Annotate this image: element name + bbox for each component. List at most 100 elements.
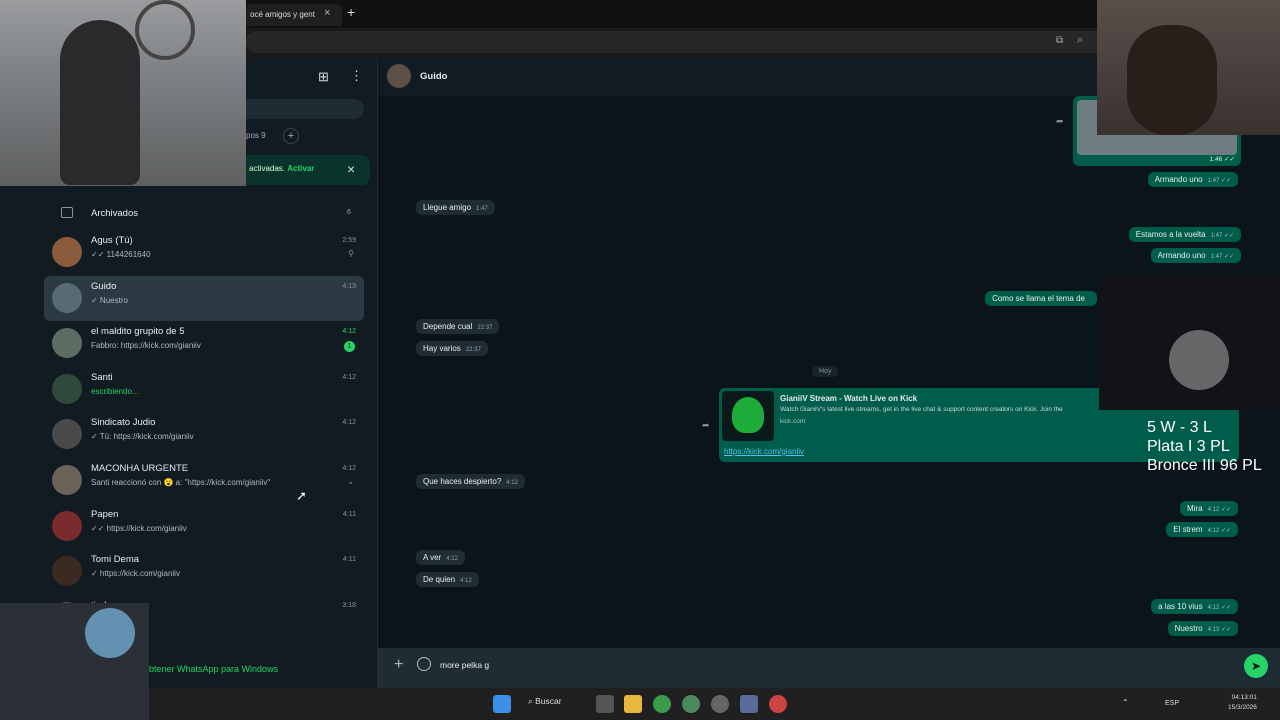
activate-link[interactable]: Activar [287, 164, 314, 173]
incoming-message[interactable]: A ver 4:12 [416, 550, 465, 565]
link-thumbnail[interactable] [722, 391, 774, 441]
webcam-overlay [1099, 275, 1280, 410]
outgoing-message[interactable]: Armando uno 1:47 ✓✓ [1147, 172, 1238, 187]
windows-start-icon[interactable] [493, 695, 511, 713]
link-url[interactable]: https://kick.com/gianiiv [724, 447, 804, 456]
chat-list-item[interactable]: Guido ✓ Nuestro 4:13 [44, 276, 364, 321]
settings-icon[interactable] [711, 695, 729, 713]
outgoing-message[interactable]: Mira 4:12 ✓✓ [1180, 501, 1238, 516]
outgoing-message[interactable]: Armando uno 1:47 ✓✓ [1150, 248, 1241, 263]
avatar[interactable] [52, 511, 82, 541]
avatar[interactable] [52, 374, 82, 404]
chat-list-item[interactable]: Agus (Tú) ✓✓ 1144261640 2:59 ⚲ [44, 230, 364, 275]
chevron-down-icon[interactable]: ⌄ [347, 477, 354, 486]
message-time: 1:47 ✓✓ [1210, 254, 1234, 260]
archived-count: 6 [347, 209, 351, 216]
avatar[interactable] [52, 465, 82, 495]
chat-time: 4:12 [342, 328, 356, 335]
rank-overlay: 5 W - 3 L Plata I 3 PL Bronce III 96 PL [1147, 418, 1262, 475]
task-view-icon[interactable] [596, 695, 614, 713]
chat-list-item[interactable]: Sindicato Judio ✓ Tú: https://kick.com/gi… [44, 412, 364, 457]
chat-name: Agus (Tú) [91, 235, 133, 246]
message-text: Llegue amigo [423, 203, 472, 212]
contact-name[interactable]: Guido [420, 71, 447, 82]
filter-chip-groups[interactable]: pos 9 [246, 131, 266, 140]
chat-list-item[interactable]: Santi escribiendo... 4:12 [44, 367, 364, 412]
attach-icon[interactable]: + [394, 656, 403, 674]
chat-time: 4:12 [342, 419, 356, 426]
chat-last-message: ✓✓ https://kick.com/gianiiv [91, 524, 187, 533]
chat-list-item[interactable]: Tomi Dema ✓ https://kick.com/gianiiv 4:11 [44, 549, 364, 594]
chat-name: MACONHA URGENTE [91, 463, 189, 474]
tray-overflow-icon[interactable]: ⌃ [1122, 698, 1129, 707]
mouse-cursor-icon: ➚ [296, 488, 307, 503]
taskbar-search[interactable]: ⌕ Buscar [528, 696, 562, 707]
message-text: Nuestro [1174, 624, 1203, 633]
tab-close-icon[interactable]: × [324, 7, 330, 19]
avatar[interactable] [52, 328, 82, 358]
message-time: 4:12 [506, 480, 518, 486]
webcam-overlay [1097, 0, 1280, 135]
close-icon[interactable]: × [347, 161, 355, 177]
chat-list-item[interactable]: Papen ✓✓ https://kick.com/gianiiv 4:11 [44, 504, 364, 549]
avatar[interactable] [52, 556, 82, 586]
file-explorer-icon[interactable] [624, 695, 642, 713]
notice-text: activadas. [249, 164, 286, 173]
message-input[interactable]: more pelka g [440, 660, 489, 670]
new-chat-icon[interactable]: ⊞ [318, 69, 329, 85]
get-windows-app-link[interactable]: btener WhatsApp para Windows [149, 664, 278, 674]
incoming-message[interactable]: Hay varios 22:37 [416, 341, 488, 356]
chrome-dev-icon[interactable] [682, 695, 700, 713]
picture-in-picture-icon[interactable]: ⧉ [1056, 35, 1063, 46]
outgoing-message[interactable]: a las 10 vius 4:12 ✓✓ [1151, 599, 1238, 614]
chat-time: 3:18 [342, 602, 356, 609]
menu-icon[interactable]: ⋮ [350, 68, 363, 84]
add-filter-button[interactable]: + [283, 128, 299, 144]
chrome-active-icon[interactable] [769, 695, 787, 713]
chat-last-message: ✓ https://kick.com/gianiiv [91, 569, 180, 578]
message-time: 22:37 [477, 325, 493, 331]
search-input[interactable] [246, 99, 364, 119]
incoming-message[interactable]: Llegue amigo 1:47 [416, 200, 495, 215]
avatar[interactable] [387, 64, 411, 88]
avatar[interactable] [52, 283, 82, 313]
chat-last-message: escribiendo... [91, 387, 139, 396]
chat-list-item[interactable]: el maldito grupito de 5 Fabbro: https://k… [44, 321, 364, 366]
message-text: A ver [423, 553, 442, 562]
chat-last-message: ✓✓ 1144261640 [91, 250, 151, 259]
archived-label[interactable]: Archivados [91, 208, 138, 219]
zoom-icon[interactable]: ⌕ [1077, 34, 1083, 47]
message-text: De quien [423, 575, 456, 584]
person-image [1127, 25, 1217, 135]
message-time: 4:12 [460, 578, 472, 584]
message-time: 1:46 ✓✓ [1209, 156, 1235, 163]
forward-icon[interactable]: ➦ [702, 420, 710, 431]
forward-icon[interactable]: ➦ [1056, 116, 1064, 127]
address-bar[interactable] [246, 31, 1106, 53]
chrome-icon[interactable] [653, 695, 671, 713]
chat-time: 4:13 [342, 283, 356, 290]
new-tab-button[interactable]: + [347, 4, 355, 20]
app-icon[interactable] [740, 695, 758, 713]
chat-list-item[interactable]: MACONHA URGENTE Santi reaccionó con 😮 a: … [44, 458, 364, 503]
avatar[interactable] [52, 419, 82, 449]
chat-last-message: ✓ Nuestro [91, 296, 128, 305]
room-image [85, 608, 135, 658]
clock[interactable]: 04:13:01 15/3/2026 [1228, 693, 1257, 713]
avatar[interactable] [52, 237, 82, 267]
send-icon[interactable]: ➤ [1244, 654, 1268, 678]
outgoing-message[interactable]: Estamos a la vuelta 1:47 ✓✓ [1128, 227, 1241, 242]
incoming-message[interactable]: Que haces despierto? 4:12 [416, 474, 525, 489]
outgoing-message[interactable]: El strem 4:12 ✓✓ [1166, 522, 1238, 537]
pin-icon: ⚲ [348, 249, 354, 258]
archive-icon [61, 207, 73, 218]
outgoing-message[interactable]: Nuestro 4:13 ✓✓ [1167, 621, 1238, 636]
incoming-message[interactable]: De quien 4:12 [416, 572, 479, 587]
rank-line: Plata I 3 PL [1147, 438, 1230, 455]
outgoing-message[interactable]: Como se llama el tema de [985, 291, 1097, 306]
link-title: GianiiV Stream - Watch Live on Kick [780, 394, 918, 403]
emoji-icon[interactable] [417, 657, 431, 671]
incoming-message[interactable]: Depende cual 22:37 [416, 319, 500, 334]
unread-badge: 1 [344, 341, 355, 352]
language-indicator[interactable]: ESP [1165, 700, 1179, 707]
